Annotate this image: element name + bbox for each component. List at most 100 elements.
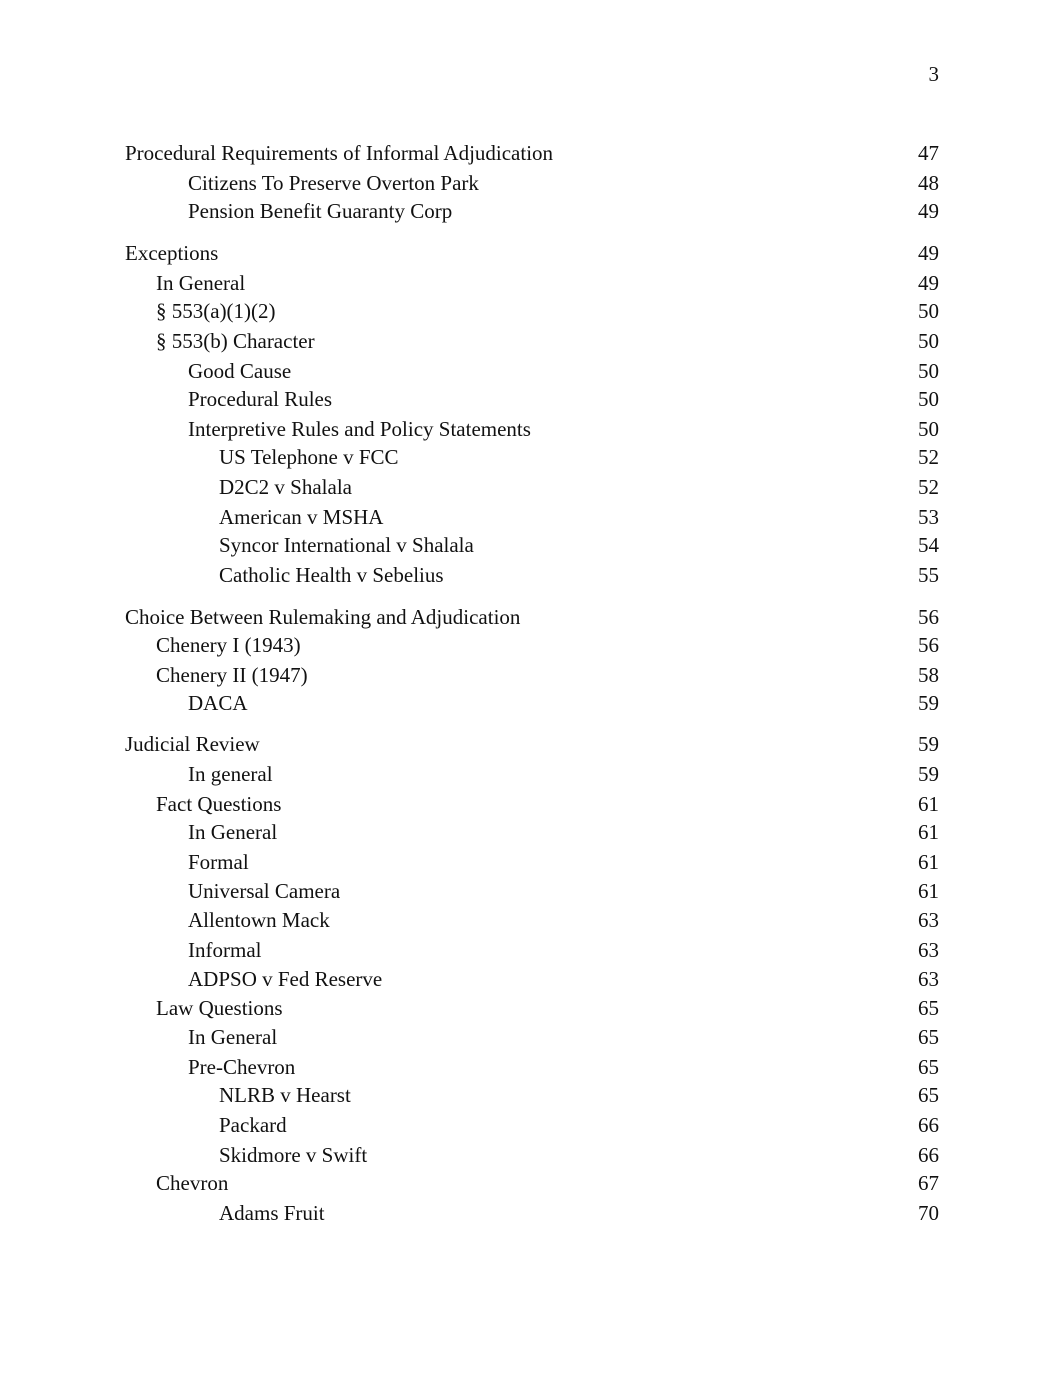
toc-entry-title: Judicial Review bbox=[125, 732, 260, 756]
toc-entry-title: Citizens To Preserve Overton Park bbox=[188, 171, 479, 195]
toc-entry: Interpretive Rules and Policy Statements… bbox=[0, 416, 1062, 442]
toc-entry: In General 65 bbox=[0, 1024, 1062, 1050]
toc-entry: Choice Between Rulemaking and Adjudicati… bbox=[0, 604, 1062, 630]
toc-entry: DACA 59 bbox=[0, 690, 1062, 716]
toc-entry: Formal 61 bbox=[0, 849, 1062, 875]
toc-entry-page: 61 bbox=[918, 879, 939, 903]
toc-entry-title: Adams Fruit bbox=[219, 1201, 325, 1225]
toc-entry: Pre-Chevron 65 bbox=[0, 1054, 1062, 1080]
toc-entry-page: 54 bbox=[918, 533, 939, 557]
toc-entry-title: Informal bbox=[188, 938, 262, 962]
toc-entry: Skidmore v Swift 66 bbox=[0, 1142, 1062, 1168]
toc-entry: Adams Fruit 70 bbox=[0, 1200, 1062, 1226]
toc-entry-page: 63 bbox=[918, 938, 939, 962]
toc-entry-page: 49 bbox=[918, 199, 939, 223]
toc-entry-title: Interpretive Rules and Policy Statements bbox=[188, 417, 531, 441]
toc-entry-page: 66 bbox=[918, 1143, 939, 1167]
toc-entry: Procedural Rules 50 bbox=[0, 386, 1062, 412]
toc-entry-page: 63 bbox=[918, 908, 939, 932]
table-of-contents: Procedural Requirements of Informal Adju… bbox=[0, 0, 1062, 1377]
toc-entry-title: In General bbox=[156, 271, 246, 295]
toc-entry-title: NLRB v Hearst bbox=[219, 1083, 351, 1107]
toc-entry-title: Allentown Mack bbox=[188, 908, 330, 932]
toc-entry: Pension Benefit Guaranty Corp 49 bbox=[0, 198, 1062, 224]
toc-entry: ADPSO v Fed Reserve 63 bbox=[0, 966, 1062, 992]
toc-entry-page: 50 bbox=[918, 329, 939, 353]
toc-entry-page: 59 bbox=[918, 732, 939, 756]
toc-entry-title: Catholic Health v Sebelius bbox=[219, 563, 444, 587]
toc-entry: NLRB v Hearst 65 bbox=[0, 1082, 1062, 1108]
toc-entry-title: Exceptions bbox=[125, 241, 219, 265]
toc-entry-title: Choice Between Rulemaking and Adjudicati… bbox=[125, 605, 521, 629]
toc-entry-page: 65 bbox=[918, 996, 939, 1020]
toc-entry-title: Universal Camera bbox=[188, 879, 341, 903]
toc-entry-page: 49 bbox=[918, 241, 939, 265]
toc-entry-page: 67 bbox=[918, 1171, 939, 1195]
toc-entry-title: Packard bbox=[219, 1113, 287, 1137]
toc-entry-page: 65 bbox=[918, 1025, 939, 1049]
toc-entry-page: 50 bbox=[918, 299, 939, 323]
toc-entry-page: 48 bbox=[918, 171, 939, 195]
toc-entry-page: 65 bbox=[918, 1055, 939, 1079]
toc-entry-title: Chevron bbox=[156, 1171, 229, 1195]
toc-entry-title: Syncor International v Shalala bbox=[219, 533, 474, 557]
toc-entry-page: 65 bbox=[918, 1083, 939, 1107]
toc-entry: § 553(a)(1)(2) 50 bbox=[0, 298, 1062, 324]
toc-entry: Citizens To Preserve Overton Park 48 bbox=[0, 170, 1062, 196]
toc-entry: Chenery I (1943) 56 bbox=[0, 632, 1062, 658]
toc-entry: Packard 66 bbox=[0, 1112, 1062, 1138]
toc-entry: Good Cause 50 bbox=[0, 358, 1062, 384]
toc-entry-title: Law Questions bbox=[156, 996, 283, 1020]
toc-entry-page: 52 bbox=[918, 445, 939, 469]
toc-entry: Informal 63 bbox=[0, 937, 1062, 963]
toc-entry-page: 53 bbox=[918, 505, 939, 529]
toc-entry-page: 66 bbox=[918, 1113, 939, 1137]
toc-entry-page: 55 bbox=[918, 563, 939, 587]
toc-entry-page: 50 bbox=[918, 359, 939, 383]
toc-entry-title: Procedural Rules bbox=[188, 387, 333, 411]
toc-entry: American v MSHA 53 bbox=[0, 504, 1062, 530]
toc-entry-page: 52 bbox=[918, 475, 939, 499]
toc-entry-title: Pre-Chevron bbox=[188, 1055, 296, 1079]
toc-entry-title: US Telephone v FCC bbox=[219, 445, 399, 469]
toc-entry: Chevron 67 bbox=[0, 1170, 1062, 1196]
toc-entry-page: 70 bbox=[918, 1201, 939, 1225]
toc-entry-title: Chenery I (1943) bbox=[156, 633, 301, 657]
toc-entry: Catholic Health v Sebelius 55 bbox=[0, 562, 1062, 588]
toc-entry: Procedural Requirements of Informal Adju… bbox=[0, 140, 1062, 166]
toc-entry: § 553(b) Character 50 bbox=[0, 328, 1062, 354]
toc-entry-title: Fact Questions bbox=[156, 792, 282, 816]
toc-entry-title: Chenery II (1947) bbox=[156, 663, 308, 687]
toc-entry-title: DACA bbox=[188, 691, 248, 715]
toc-entry-title: Pension Benefit Guaranty Corp bbox=[188, 199, 453, 223]
toc-entry: Exceptions 49 bbox=[0, 240, 1062, 266]
toc-entry: Chenery II (1947) 58 bbox=[0, 662, 1062, 688]
toc-entry: Syncor International v Shalala 54 bbox=[0, 532, 1062, 558]
toc-entry-title: Good Cause bbox=[188, 359, 292, 383]
toc-entry: D2C2 v Shalala 52 bbox=[0, 474, 1062, 500]
toc-entry-page: 59 bbox=[918, 762, 939, 786]
toc-entry-title: D2C2 v Shalala bbox=[219, 475, 352, 499]
toc-entry-title: In General bbox=[188, 1025, 278, 1049]
toc-entry: Allentown Mack 63 bbox=[0, 907, 1062, 933]
toc-entry-page: 56 bbox=[918, 605, 939, 629]
toc-entry-page: 61 bbox=[918, 850, 939, 874]
toc-entry-page: 63 bbox=[918, 967, 939, 991]
toc-entry-page: 47 bbox=[918, 141, 939, 165]
toc-entry: Fact Questions 61 bbox=[0, 791, 1062, 817]
toc-entry-page: 50 bbox=[918, 387, 939, 411]
toc-entry-title: ADPSO v Fed Reserve bbox=[188, 967, 383, 991]
toc-entry-title: § 553(a)(1)(2) bbox=[156, 299, 276, 323]
toc-entry-page: 61 bbox=[918, 820, 939, 844]
toc-entry-page: 56 bbox=[918, 633, 939, 657]
toc-entry: In General 49 bbox=[0, 270, 1062, 296]
toc-entry: In General 61 bbox=[0, 819, 1062, 845]
toc-entry-page: 49 bbox=[918, 271, 939, 295]
toc-entry: Universal Camera 61 bbox=[0, 878, 1062, 904]
toc-entry: In general 59 bbox=[0, 761, 1062, 787]
toc-entry-page: 50 bbox=[918, 417, 939, 441]
toc-entry: Judicial Review 59 bbox=[0, 731, 1062, 757]
toc-entry-title: Formal bbox=[188, 850, 249, 874]
toc-entry-title: In General bbox=[188, 820, 278, 844]
toc-entry-page: 61 bbox=[918, 792, 939, 816]
